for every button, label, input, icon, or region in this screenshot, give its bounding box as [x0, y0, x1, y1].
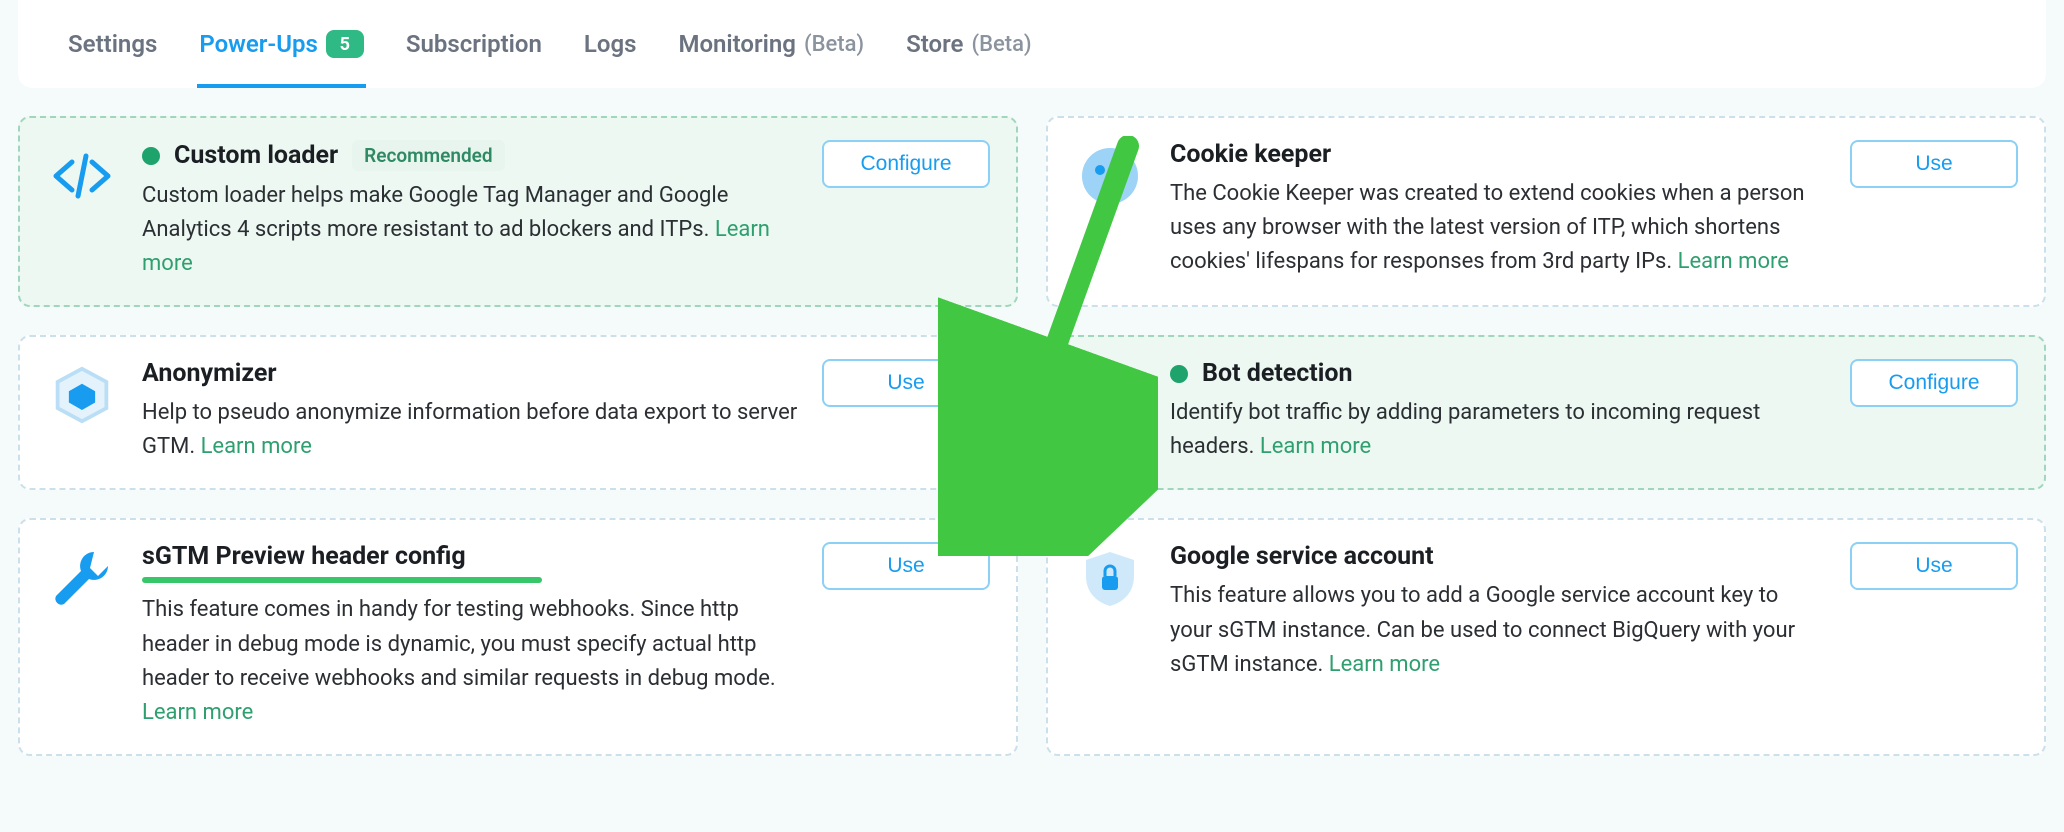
tab-label: Settings: [68, 30, 157, 58]
use-button[interactable]: Use: [822, 359, 990, 407]
tab-bar: Settings Power-Ups 5 Subscription Logs M…: [18, 0, 2046, 88]
configure-button[interactable]: Configure: [1850, 359, 2018, 407]
use-button[interactable]: Use: [822, 542, 990, 590]
learn-more-link[interactable]: Learn more: [142, 700, 253, 725]
tab-sublabel: (Beta): [804, 32, 864, 57]
power-ups-grid: Custom loader Recommended Custom loader …: [18, 116, 2046, 756]
tab-label: Logs: [584, 30, 637, 58]
learn-more-link[interactable]: Learn more: [1260, 434, 1371, 459]
card-title: Google service account: [1170, 542, 1434, 571]
card-cookie-keeper: Cookie keeper The Cookie Keeper was crea…: [1046, 116, 2046, 307]
wrench-icon: [46, 542, 118, 614]
card-title: Cookie keeper: [1170, 140, 1331, 169]
hexagon-icon: [46, 359, 118, 431]
card-description: Help to pseudo anonymize information bef…: [142, 396, 798, 464]
card-bot-detection: Bot detection Identify bot traffic by ad…: [1046, 335, 2046, 490]
card-description: Identify bot traffic by adding parameter…: [1170, 396, 1826, 464]
tab-power-ups[interactable]: Power-Ups 5: [197, 14, 366, 88]
card-description: The Cookie Keeper was created to extend …: [1170, 177, 1826, 279]
learn-more-link[interactable]: Learn more: [1678, 249, 1789, 274]
heartbeat-icon: [1074, 359, 1146, 431]
tab-label: Monitoring: [678, 30, 796, 58]
learn-more-link[interactable]: Learn more: [1329, 652, 1440, 677]
configure-button[interactable]: Configure: [822, 140, 990, 188]
card-sgtm-preview: sGTM Preview header config This feature …: [18, 518, 1018, 755]
card-title: sGTM Preview header config: [142, 542, 466, 571]
cookie-icon: [1074, 140, 1146, 212]
card-description: This feature allows you to add a Google …: [1170, 579, 1826, 681]
status-dot-active: [1170, 365, 1188, 383]
code-icon: [46, 140, 118, 212]
tab-badge-count: 5: [326, 30, 364, 58]
highlight-underline: [142, 577, 542, 583]
tab-monitoring[interactable]: Monitoring (Beta): [676, 14, 866, 88]
learn-more-link[interactable]: Learn more: [201, 434, 312, 459]
card-anonymizer: Anonymizer Help to pseudo anonymize info…: [18, 335, 1018, 490]
card-custom-loader: Custom loader Recommended Custom loader …: [18, 116, 1018, 307]
recommended-badge: Recommended: [352, 140, 504, 171]
tab-logs[interactable]: Logs: [582, 14, 639, 88]
card-title: Bot detection: [1202, 359, 1353, 388]
tab-label: Power-Ups: [199, 30, 318, 58]
tab-sublabel: (Beta): [971, 32, 1031, 57]
card-title: Anonymizer: [142, 359, 277, 388]
tab-settings[interactable]: Settings: [66, 14, 159, 88]
status-dot-active: [142, 147, 160, 165]
tab-label: Store: [906, 30, 963, 58]
card-description: Custom loader helps make Google Tag Mana…: [142, 179, 798, 281]
card-description: This feature comes in handy for testing …: [142, 593, 798, 729]
card-title: Custom loader: [174, 141, 338, 170]
card-google-service-account: Google service account This feature allo…: [1046, 518, 2046, 755]
tab-label: Subscription: [406, 30, 542, 58]
use-button[interactable]: Use: [1850, 542, 2018, 590]
shield-lock-icon: [1074, 542, 1146, 614]
use-button[interactable]: Use: [1850, 140, 2018, 188]
tab-store[interactable]: Store (Beta): [904, 14, 1034, 88]
tab-subscription[interactable]: Subscription: [404, 14, 544, 88]
